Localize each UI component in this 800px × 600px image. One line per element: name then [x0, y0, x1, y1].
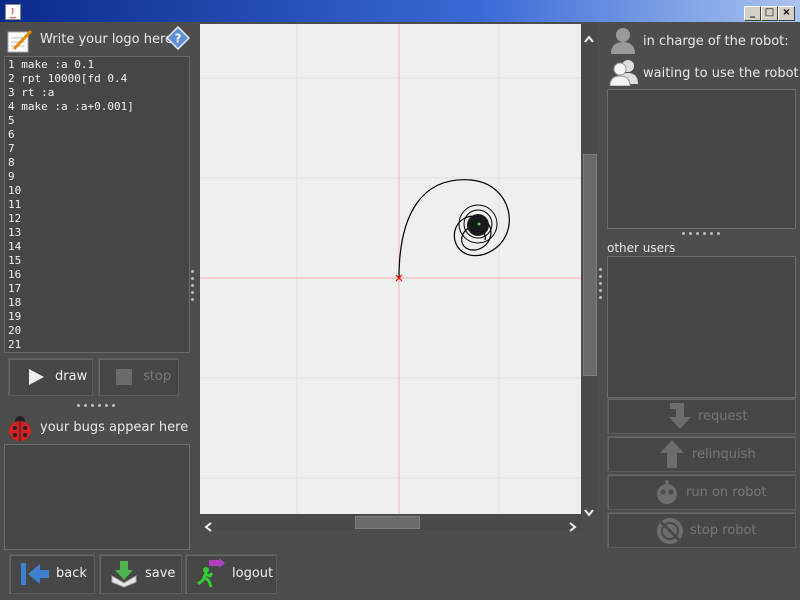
- stop-robot-label: stop robot: [690, 523, 757, 538]
- other-users-list: [607, 256, 796, 398]
- editor-line[interactable]: 21: [5, 338, 189, 352]
- stop-icon: [116, 369, 132, 385]
- editor-line[interactable]: 5: [5, 114, 189, 128]
- editor-line[interactable]: 20: [5, 324, 189, 338]
- logo-code-editor[interactable]: 1 make :a 0.1 2 rpt 10000[fd 0.4 3 rt :a 4 …: [4, 56, 190, 353]
- user-icon: [609, 26, 637, 54]
- canvas-vertical-scrollbar[interactable]: [581, 24, 597, 517]
- java-app-icon: [5, 4, 21, 20]
- logout-button[interactable]: logout: [185, 554, 277, 594]
- window-titlebar: [0, 0, 800, 22]
- in-charge-label: in charge of the robot:: [643, 34, 789, 49]
- logout-label: logout: [232, 566, 274, 581]
- editor-line[interactable]: 6: [5, 128, 189, 142]
- scroll-up-icon[interactable]: [584, 28, 594, 47]
- drawing-canvas[interactable]: [200, 24, 581, 514]
- scroll-left-icon[interactable]: [204, 517, 212, 536]
- logout-runner-icon: [195, 558, 225, 592]
- save-label: save: [145, 566, 176, 581]
- users-group-icon: [609, 58, 639, 87]
- waiting-label: waiting to use the robot: [643, 66, 799, 81]
- maximize-button[interactable]: □: [761, 6, 778, 21]
- other-users-label: other users: [607, 241, 676, 255]
- close-button[interactable]: ×: [778, 6, 795, 21]
- back-button[interactable]: back: [9, 554, 95, 594]
- editor-line[interactable]: 11: [5, 198, 189, 212]
- editor-line[interactable]: 19: [5, 310, 189, 324]
- editor-line[interactable]: 18: [5, 296, 189, 310]
- ladybug-icon: [6, 414, 34, 442]
- left-splitter-grip[interactable]: [191, 270, 195, 306]
- editor-line[interactable]: 12: [5, 212, 189, 226]
- scroll-down-icon[interactable]: [584, 502, 594, 521]
- bugs-label: your bugs appear here: [40, 420, 189, 435]
- draw-label: draw: [55, 369, 88, 384]
- editor-line[interactable]: 13: [5, 226, 189, 240]
- draw-button[interactable]: draw: [8, 358, 93, 396]
- minimize-button[interactable]: _: [744, 6, 761, 21]
- save-button[interactable]: save: [99, 554, 182, 594]
- stop-robot-icon: [655, 516, 685, 550]
- editor-line[interactable]: 14: [5, 240, 189, 254]
- editor-line[interactable]: 4 make :a :a+0.001]: [5, 100, 189, 114]
- save-icon: [109, 558, 139, 592]
- spiral-path: [398, 179, 510, 279]
- help-icon[interactable]: ?: [165, 25, 191, 51]
- request-arrow-icon: [666, 401, 694, 435]
- turtle-drawing: [200, 24, 581, 514]
- right-splitter-grip[interactable]: [599, 268, 603, 304]
- editor-line[interactable]: 8: [5, 156, 189, 170]
- waiting-users-list: [607, 89, 796, 229]
- stop-button[interactable]: stop: [98, 358, 179, 396]
- request-label: request: [698, 409, 748, 424]
- horizontal-scroll-thumb[interactable]: [355, 516, 420, 529]
- editor-line[interactable]: 17: [5, 282, 189, 296]
- relinquish-button[interactable]: relinquish: [607, 436, 796, 472]
- editor-title: Write your logo here: [40, 32, 174, 47]
- editor-line[interactable]: 15: [5, 254, 189, 268]
- canvas-horizontal-scrollbar[interactable]: [200, 514, 581, 532]
- relinquish-label: relinquish: [692, 447, 756, 462]
- request-button[interactable]: request: [607, 398, 796, 434]
- notepad-icon: [6, 29, 34, 53]
- editor-line[interactable]: 2 rpt 10000[fd 0.4: [5, 72, 189, 86]
- stop-robot-button[interactable]: stop robot: [607, 512, 796, 548]
- editor-line[interactable]: 1 make :a 0.1: [5, 58, 189, 72]
- play-icon: [27, 368, 45, 390]
- scroll-right-icon[interactable]: [569, 517, 577, 536]
- editor-line[interactable]: 16: [5, 268, 189, 282]
- bugs-panel: [4, 444, 190, 550]
- editor-line[interactable]: 7: [5, 142, 189, 156]
- robot-icon: [653, 479, 681, 509]
- run-on-robot-label: run on robot: [686, 485, 767, 500]
- back-label: back: [56, 566, 87, 581]
- vertical-scroll-thumb[interactable]: [583, 154, 597, 376]
- relinquish-arrow-icon: [658, 439, 686, 473]
- editor-line[interactable]: 3 rt :a: [5, 86, 189, 100]
- editor-line[interactable]: 9: [5, 170, 189, 184]
- svg-text:?: ?: [175, 32, 182, 46]
- run-on-robot-button[interactable]: run on robot: [607, 474, 796, 510]
- stop-label: stop: [143, 369, 172, 384]
- back-arrow-icon: [20, 561, 50, 591]
- left-horizontal-splitter-grip[interactable]: [77, 404, 117, 408]
- editor-line[interactable]: 10: [5, 184, 189, 198]
- right-horizontal-splitter-grip[interactable]: [682, 232, 722, 236]
